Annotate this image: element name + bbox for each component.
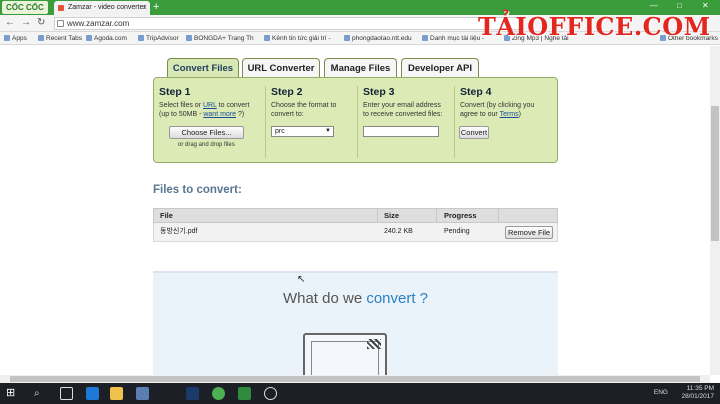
edge-browser-icon[interactable] [86,387,99,400]
bookmark-icon [344,35,350,41]
step-3-text: Enter your email address to receive conv… [363,102,443,118]
step-3: Step 3 Enter your email address to recei… [357,86,453,158]
maximize-button[interactable]: □ [677,1,682,10]
browser-logo[interactable]: CỐC CỐC [2,1,48,14]
steering-app-icon[interactable] [264,387,277,400]
tab-title: Zamzar - video converter [68,4,146,11]
step-2-text: Choose the format to convert to: [271,102,337,118]
bookmark-icon [38,35,44,41]
col-file: File [160,211,173,220]
url-input[interactable]: www.zamzar.com [54,17,524,30]
want-more-link[interactable]: want more [203,111,236,118]
close-window-button[interactable]: ✕ [702,1,709,10]
what-do-we-convert-section: What do we convert ? [153,271,558,383]
drag-drop-hint: or drag and drop files [178,142,235,148]
bookmark-recent-tabs[interactable]: Recent Tabs [38,32,82,44]
files-to-convert-heading: Files to convert: [153,184,242,196]
bookmark-icon [264,35,270,41]
what-do-we-convert-title: What do we convert ? [282,290,429,307]
clock[interactable]: 11:35 PM 28/01/2017 [681,385,714,401]
file-name: 동방신기.pdf [160,228,198,235]
step-3-title: Step 3 [363,86,395,98]
col-progress: Progress [444,211,477,220]
remove-file-button[interactable]: Remove File [505,226,553,239]
photoshop-icon[interactable] [186,387,199,400]
files-table: File Size Progress 동방신기.pdf 240.2 KB Pen… [153,208,558,242]
bookmark-agoda[interactable]: Agoda.com [86,32,127,44]
convert-button[interactable]: Convert [459,126,489,139]
bookmark-icon [186,35,192,41]
bookmark-bongda[interactable]: BONGDA+ Trang Th [186,32,254,44]
bookmark-icon [86,35,92,41]
url-link[interactable]: URL [203,102,217,109]
taioffice-watermark: TẢIOFFICE.COM [478,12,711,41]
spreadsheet-app-icon[interactable] [238,387,251,400]
bookmark-danh-muc[interactable]: Danh mục tài liệu - [422,32,484,44]
apps-grid-icon [4,35,10,41]
step-2-title: Step 2 [271,86,303,98]
task-view-icon[interactable] [60,387,73,400]
format-select[interactable]: prc ▼ [271,126,334,137]
format-select-value: prc [275,128,285,135]
bookmark-icon [422,35,428,41]
bookmark-apps[interactable]: Apps [4,32,27,44]
reload-icon[interactable]: ↻ [37,17,45,28]
step-1: Step 1 Select files or URL to convert (u… [154,86,264,158]
files-table-header: File Size Progress [153,208,558,223]
step-4-title: Step 4 [460,86,492,98]
language-indicator[interactable]: ENG [654,389,668,396]
bookmark-kenh14[interactable]: Kênh tin tức giải trí - [264,32,331,44]
step-4: Step 4 Convert (by clicking you agree to… [454,86,557,158]
tab-url-converter[interactable]: URL Converter [242,58,320,78]
windows-start-icon[interactable]: ⊞ [6,387,19,400]
zamzar-page: Convert Files URL Converter Manage Files… [0,46,720,383]
table-row: 동방신기.pdf 240.2 KB Pending Remove File [153,223,558,242]
file-explorer-icon[interactable] [110,387,123,400]
horizontal-scroll-thumb[interactable] [10,376,700,382]
zamzar-favicon-icon [58,5,64,11]
col-size: Size [384,211,400,220]
clock-time: 11:35 PM [686,385,714,392]
store-icon[interactable] [136,387,149,400]
url-text: www.zamzar.com [67,19,130,28]
step-1-title: Step 1 [159,86,191,98]
tab-manage-files[interactable]: Manage Files [324,58,397,78]
tab-convert-files[interactable]: Convert Files [167,58,239,78]
file-size: 240.2 KB [384,228,413,235]
windows-taskbar: ⊞ ⌕ ENG 11:35 PM 28/01/2017 [0,383,720,404]
back-arrow-icon[interactable]: ← [5,17,15,28]
convert-steps-panel: Step 1 Select files or URL to convert (u… [153,77,558,163]
mouse-cursor-icon: ↖ [297,274,306,285]
browser-tab-zamzar[interactable]: Zamzar - video converter × [54,1,150,15]
step-1-text: Select files or URL to convert (up to 50… [159,102,250,118]
new-tab-button[interactable]: + [153,0,159,14]
bookmark-phongdaotao[interactable]: phongdaotao.ntt.edu [344,32,412,44]
bookmark-icon [138,35,144,41]
email-field[interactable] [363,126,439,137]
dropdown-arrow-icon: ▼ [325,128,331,134]
bookmark-tripadvisor[interactable]: TripAdvisor [138,32,179,44]
coccoc-browser-icon[interactable] [212,387,225,400]
terms-link[interactable]: Terms [500,111,519,118]
forward-arrow-icon[interactable]: → [21,17,31,28]
vertical-scrollbar[interactable] [710,46,720,375]
clock-date: 28/01/2017 [681,393,714,400]
tab-close-icon[interactable]: × [142,1,147,15]
choose-files-button[interactable]: Choose Files... [169,126,244,139]
step-4-text: Convert (by clicking you agree to our Te… [460,102,535,118]
vertical-scroll-thumb[interactable] [711,106,719,241]
tab-developer-api[interactable]: Developer API [401,58,479,78]
horizontal-scrollbar[interactable] [0,375,710,383]
step-2: Step 2 Choose the format to convert to: … [265,86,356,158]
search-icon[interactable]: ⌕ [34,387,47,400]
file-progress: Pending [444,228,470,235]
minimize-button[interactable]: — [650,1,658,10]
page-icon [57,20,64,27]
